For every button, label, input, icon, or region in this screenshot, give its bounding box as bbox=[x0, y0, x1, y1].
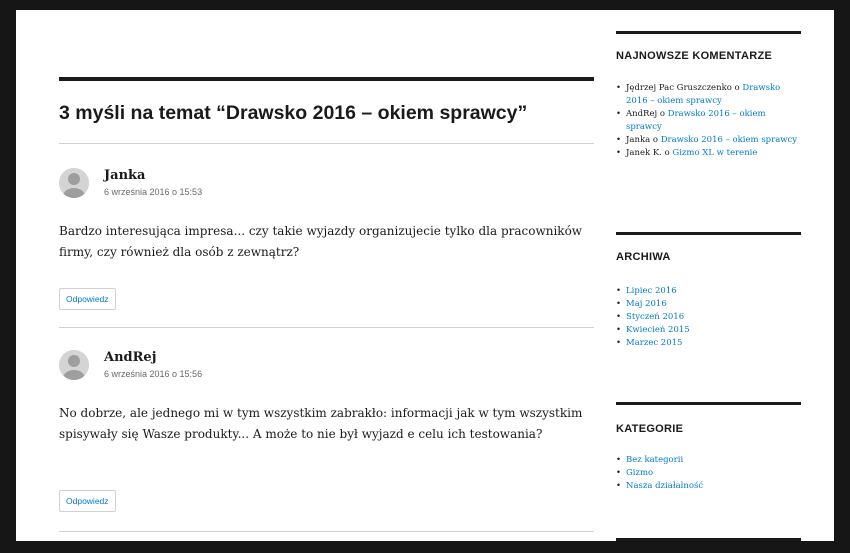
recent-comment-connector: o bbox=[657, 109, 668, 119]
list-item: Styczeń 2016 bbox=[616, 311, 804, 324]
list-item: Gizmo bbox=[616, 467, 804, 480]
list-item: Jędrzej Pac Gruszczenko o Drawsko 2016 –… bbox=[616, 82, 804, 108]
recent-comment-connector: o bbox=[650, 135, 661, 145]
recent-comment-author: Janek K. bbox=[626, 148, 662, 158]
comment-author[interactable]: Janka bbox=[104, 168, 145, 183]
archive-link[interactable]: Kwiecień 2015 bbox=[626, 325, 690, 335]
archive-link[interactable]: Lipiec 2016 bbox=[626, 286, 677, 296]
list-item: Nasza działalność bbox=[616, 480, 804, 493]
comment-text: Bardzo interesująca impresa... czy takie… bbox=[59, 224, 583, 259]
page: 3 myśli na temat “Drawsko 2016 – okiem s… bbox=[16, 10, 834, 541]
categories-title: KATEGORIE bbox=[616, 423, 684, 435]
list-item: Bez kategorii bbox=[616, 454, 804, 467]
comment-separator bbox=[59, 531, 594, 532]
category-link[interactable]: Gizmo bbox=[626, 468, 653, 478]
comments-title-separator bbox=[59, 143, 594, 144]
comments-top-rule bbox=[59, 77, 594, 81]
list-item: Kwiecień 2015 bbox=[616, 324, 804, 337]
comment-text: No dobrze, ale jednego mi w tym wszystki… bbox=[59, 406, 583, 441]
category-link[interactable]: Nasza działalność bbox=[626, 481, 703, 491]
comments-title: 3 myśli na temat “Drawsko 2016 – okiem s… bbox=[59, 102, 528, 124]
default-avatar-icon[interactable] bbox=[59, 350, 89, 380]
comment-date[interactable]: 6 września 2016 o 15:53 bbox=[104, 187, 202, 197]
widget-rule bbox=[616, 31, 801, 34]
archives-title: ARCHIWA bbox=[616, 251, 671, 263]
list-item: AndRej o Drawsko 2016 – okiem sprawcy bbox=[616, 108, 804, 134]
archive-link[interactable]: Marzec 2015 bbox=[626, 338, 682, 348]
list-item: Lipiec 2016 bbox=[616, 285, 804, 298]
list-item: Janka o Drawsko 2016 – okiem sprawcy bbox=[616, 134, 804, 147]
recent-comment-post-link[interactable]: Gizmo XL w terenie bbox=[672, 148, 757, 158]
archives-list: Lipiec 2016 Maj 2016 Styczeń 2016 Kwieci… bbox=[616, 285, 804, 350]
recent-comments-title: NAJNOWSZE KOMENTARZE bbox=[616, 50, 773, 62]
list-item: Marzec 2015 bbox=[616, 337, 804, 350]
reply-button[interactable]: Odpowiedz bbox=[59, 490, 116, 512]
reply-button[interactable]: Odpowiedz bbox=[59, 288, 116, 310]
archive-link[interactable]: Styczeń 2016 bbox=[626, 312, 684, 322]
comment-author[interactable]: AndRej bbox=[104, 350, 156, 365]
recent-comment-connector: o bbox=[661, 148, 673, 158]
comment-date[interactable]: 6 września 2016 o 15:56 bbox=[104, 369, 202, 379]
widget-rule bbox=[616, 402, 801, 405]
default-avatar-icon[interactable] bbox=[59, 168, 89, 198]
widget-rule bbox=[616, 538, 801, 541]
recent-comments-list: Jędrzej Pac Gruszczenko o Drawsko 2016 –… bbox=[616, 82, 804, 160]
archive-link[interactable]: Maj 2016 bbox=[626, 299, 667, 309]
recent-comment-author: Jędrzej Pac Gruszczenko bbox=[626, 83, 732, 93]
recent-comment-author: Janka bbox=[626, 135, 651, 145]
categories-list: Bez kategorii Gizmo Nasza działalność bbox=[616, 454, 804, 493]
comment-separator bbox=[59, 327, 594, 328]
list-item: Maj 2016 bbox=[616, 298, 804, 311]
recent-comment-author: AndRej bbox=[626, 109, 658, 119]
category-link[interactable]: Bez kategorii bbox=[626, 455, 683, 465]
widget-rule bbox=[616, 232, 801, 235]
list-item: Janek K. o Gizmo XL w terenie bbox=[616, 147, 804, 160]
recent-comment-post-link[interactable]: Drawsko 2016 – okiem sprawcy bbox=[661, 135, 797, 145]
recent-comment-connector: o bbox=[731, 83, 743, 93]
